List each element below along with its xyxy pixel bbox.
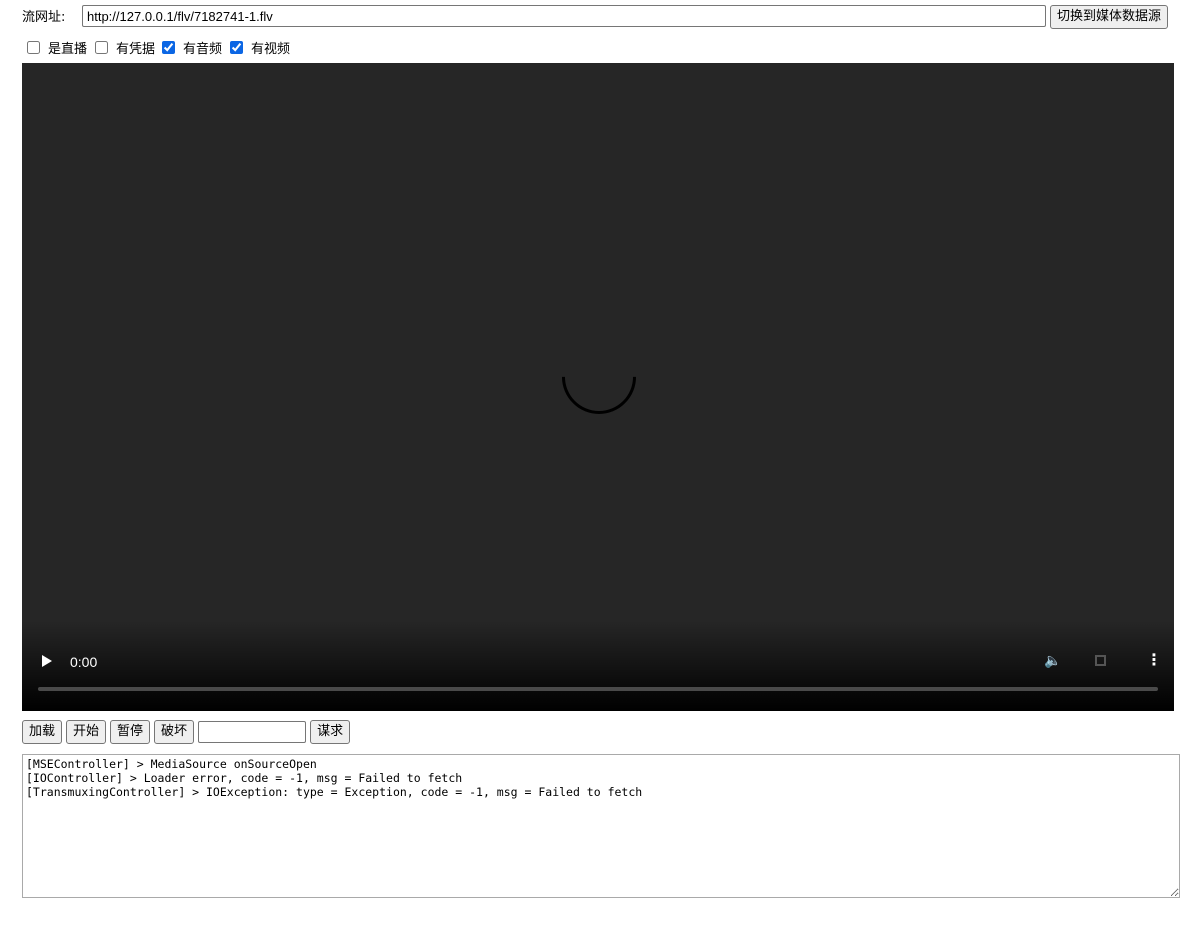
video-controls — [22, 621, 1174, 711]
live-checkbox[interactable]: 是直播 — [27, 38, 87, 57]
switch-source-button[interactable]: 切换到媒体数据源 — [1050, 5, 1169, 29]
url-input[interactable] — [82, 5, 1046, 27]
play-icon[interactable] — [42, 655, 52, 667]
audio-label: 有音频 — [183, 42, 223, 57]
log-textarea[interactable]: [MSEController] > MediaSource onSourceOp… — [22, 754, 1180, 898]
live-label: 是直播 — [48, 42, 88, 57]
volume-icon[interactable]: 🔈 — [1044, 653, 1061, 669]
pause-button[interactable]: 暂停 — [110, 720, 151, 744]
destroy-button[interactable]: 破坏 — [154, 720, 195, 744]
video-player[interactable]: 0:00 🔈 ⋮ — [22, 63, 1174, 711]
video-label: 有视频 — [251, 42, 291, 57]
fullscreen-icon[interactable] — [1095, 655, 1106, 666]
seek-button[interactable]: 谋求 — [310, 720, 351, 744]
more-icon[interactable]: ⋮ — [1146, 650, 1162, 669]
audio-checkbox[interactable]: 有音频 — [162, 38, 222, 57]
credentials-label: 有凭据 — [116, 42, 156, 57]
loading-spinner-icon — [546, 324, 652, 430]
progress-bar[interactable] — [38, 687, 1158, 691]
seek-input[interactable] — [198, 721, 307, 743]
credentials-checkbox[interactable]: 有凭据 — [95, 38, 155, 57]
video-checkbox[interactable]: 有视频 — [230, 38, 290, 57]
audio-check[interactable] — [162, 41, 175, 54]
start-button[interactable]: 开始 — [66, 720, 107, 744]
load-button[interactable]: 加载 — [22, 720, 63, 744]
video-check[interactable] — [230, 41, 243, 54]
live-check[interactable] — [27, 41, 40, 54]
time-display: 0:00 — [70, 654, 98, 670]
credentials-check[interactable] — [95, 41, 108, 54]
control-bar: 加载 开始 暂停 破坏 谋求 — [22, 720, 351, 744]
url-label: 流网址: — [22, 10, 66, 25]
